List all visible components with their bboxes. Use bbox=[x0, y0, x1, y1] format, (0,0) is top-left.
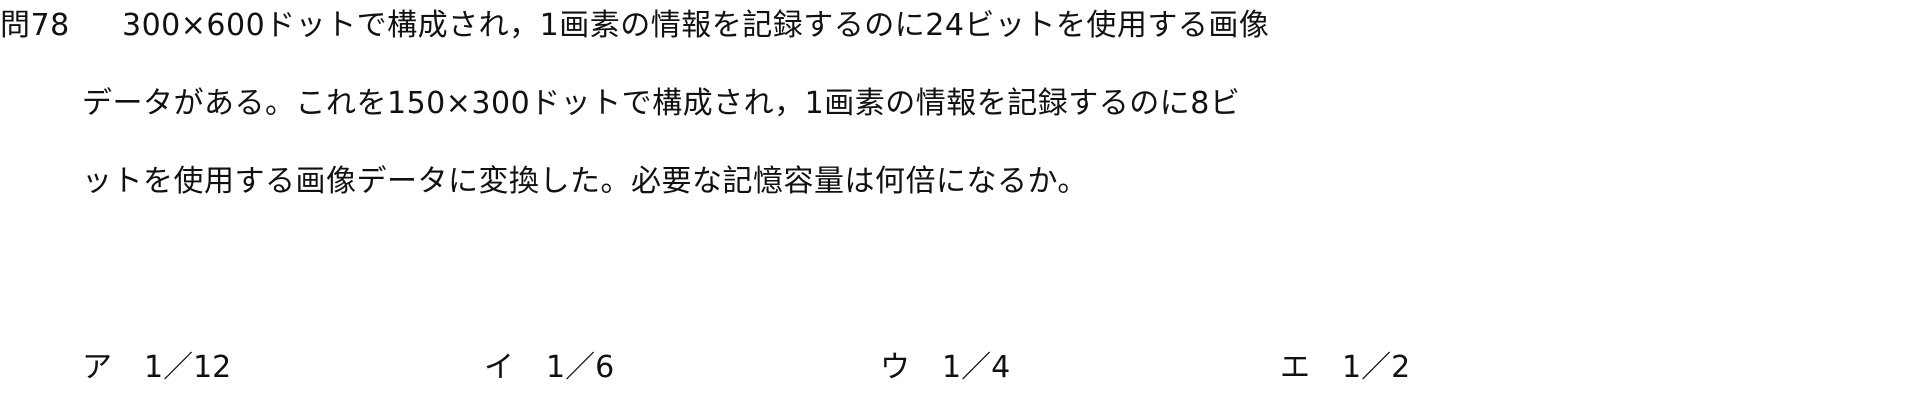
question-text-1: 300×600ドットで構成され，1画素の情報を記録するのに24ビットを使用する画… bbox=[122, 8, 1270, 43]
choice-mark: ウ bbox=[880, 350, 910, 385]
choice-a[interactable]: ア 1／12 bbox=[82, 350, 231, 386]
answer-choices: ア 1／12 イ 1／6 ウ 1／4 エ 1／2 bbox=[0, 350, 1900, 390]
choice-e[interactable]: エ 1／2 bbox=[1280, 350, 1410, 386]
question-number: 問78 bbox=[0, 8, 70, 43]
choice-value: 1／12 bbox=[144, 350, 232, 385]
question-line-2: データがある。これを150×300ドットで構成され，1画素の情報を記録するのに8… bbox=[82, 86, 1241, 121]
choice-u[interactable]: ウ 1／4 bbox=[880, 350, 1010, 386]
question-line-3: ットを使用する画像データに変換した。必要な記憶容量は何倍になるか。 bbox=[82, 164, 1088, 199]
choice-mark: ア bbox=[82, 350, 112, 385]
choice-value: 1／4 bbox=[942, 350, 1011, 385]
choice-mark: イ bbox=[484, 350, 514, 385]
choice-value: 1／6 bbox=[546, 350, 615, 385]
question-line-1: 問78 300×600ドットで構成され，1画素の情報を記録するのに24ビットを使用… bbox=[0, 8, 1269, 44]
choice-mark: エ bbox=[1280, 350, 1310, 385]
exam-page: 問78 300×600ドットで構成され，1画素の情報を記録するのに24ビットを使用… bbox=[0, 0, 1912, 410]
choice-i[interactable]: イ 1／6 bbox=[484, 350, 614, 386]
choice-value: 1／2 bbox=[1342, 350, 1411, 385]
